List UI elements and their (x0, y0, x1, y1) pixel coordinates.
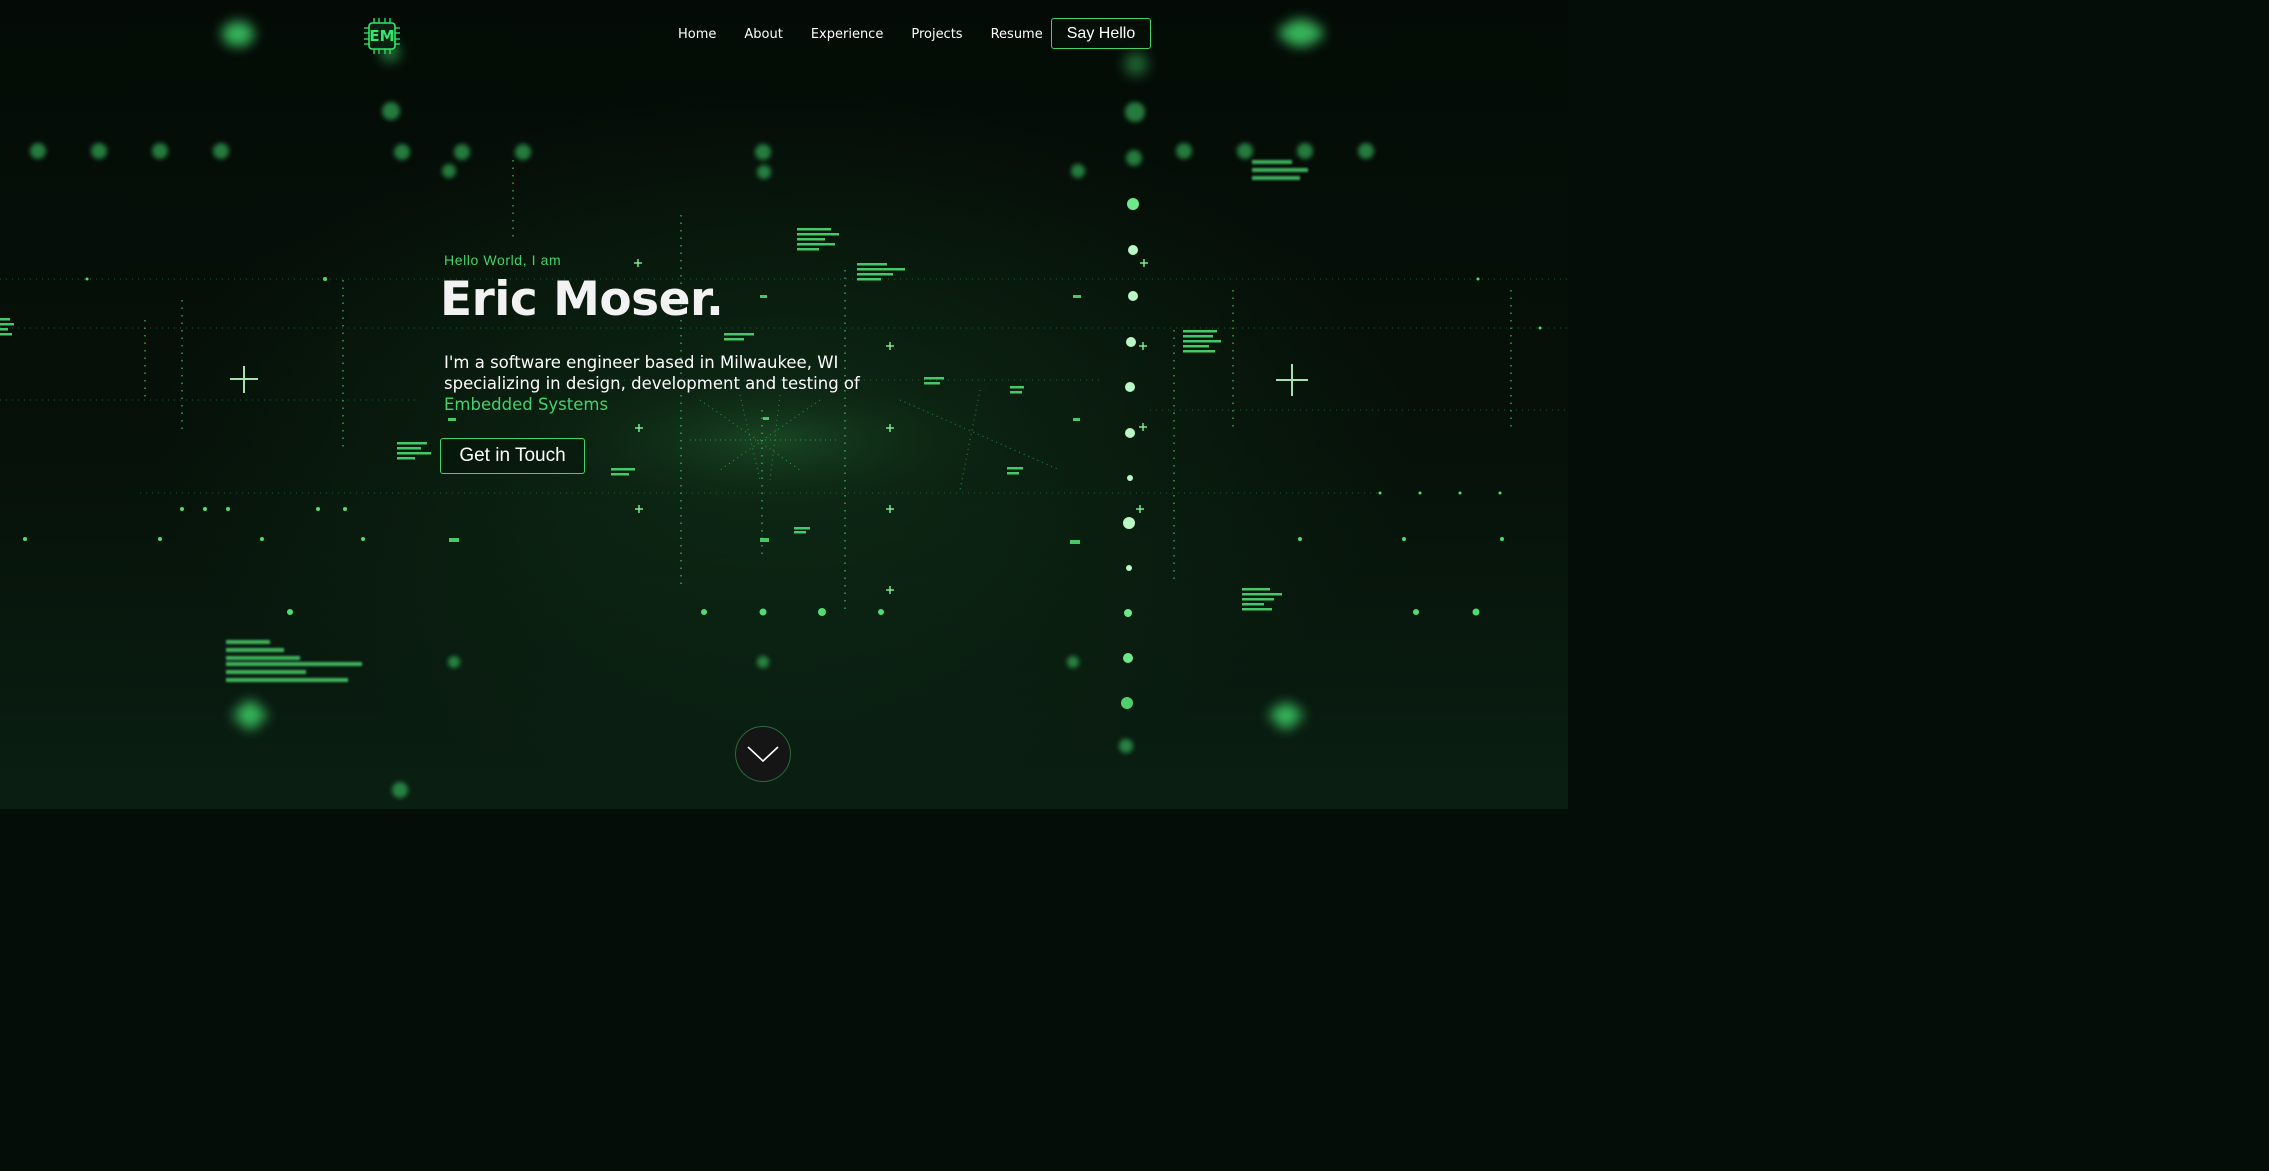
say-hello-button[interactable]: Say Hello (1051, 18, 1151, 49)
page: EM Home About Experience Projects Resume… (0, 0, 1568, 809)
site-logo[interactable]: EM (363, 17, 401, 55)
scroll-down-button[interactable] (735, 726, 791, 782)
logo-text: EM (369, 27, 395, 45)
nav-link-experience[interactable]: Experience (811, 26, 884, 44)
nav-link-projects[interactable]: Projects (911, 26, 962, 44)
get-in-touch-button[interactable]: Get in Touch (440, 438, 585, 474)
nav-link-home[interactable]: Home (678, 26, 716, 44)
nav-link-resume[interactable]: Resume (991, 26, 1043, 44)
chevron-down-icon (747, 746, 779, 763)
nav-link-about[interactable]: About (744, 26, 782, 44)
hero-name: Eric Moser. (440, 272, 724, 327)
hero-description: I'm a software engineer based in Milwauk… (444, 352, 864, 415)
hero-greeting: Hello World, I am (444, 252, 562, 268)
hero-highlight: Embedded Systems (444, 395, 609, 414)
main-nav: Home About Experience Projects Resume (678, 26, 1071, 44)
hero-description-text: I'm a software engineer based in Milwauk… (444, 353, 860, 393)
